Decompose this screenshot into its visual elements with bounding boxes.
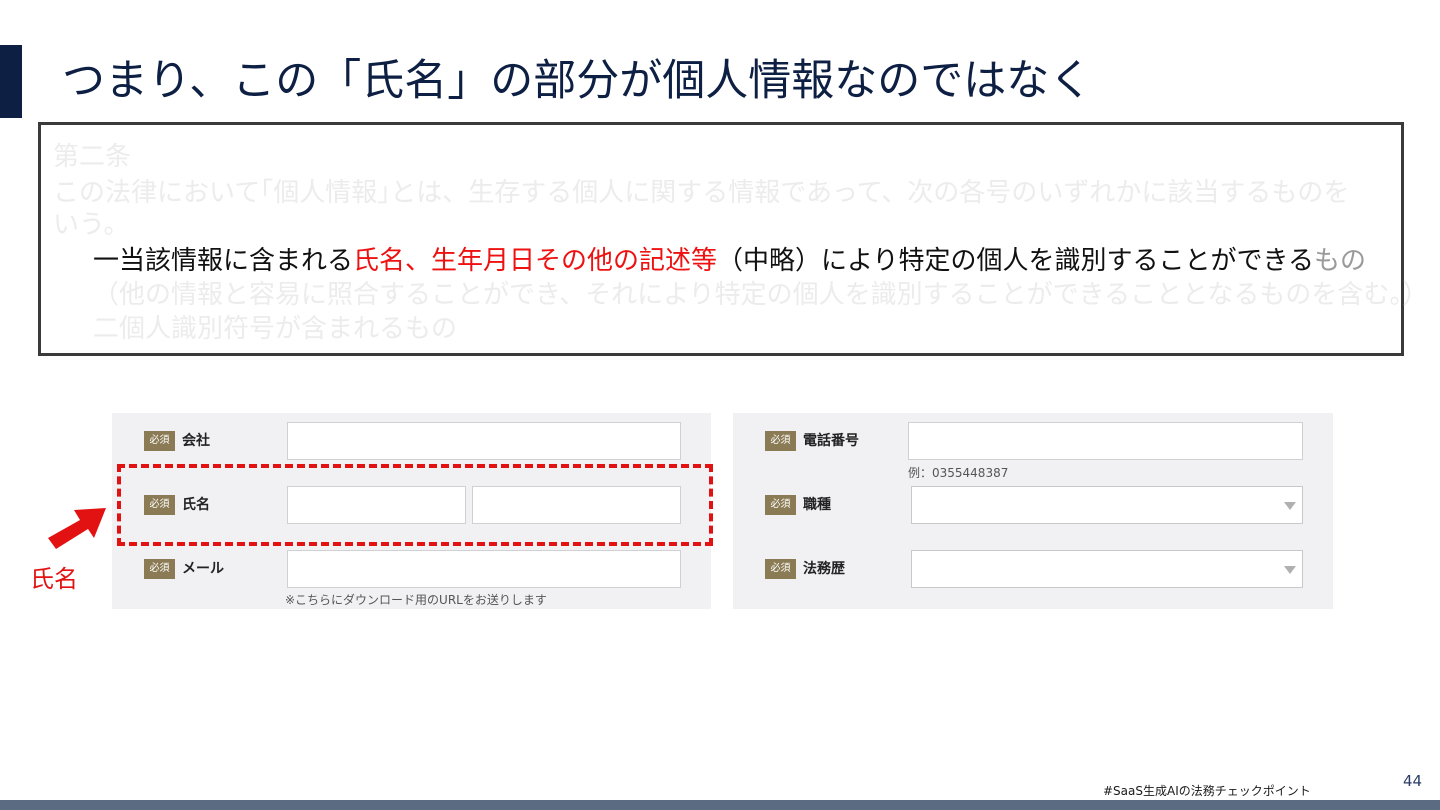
law-excerpt-box: 第二条 この法律において｢個人情報｣とは、生存する個人に関する情報であって、次の… — [38, 122, 1428, 356]
arrow-icon — [48, 508, 106, 549]
title-accent-bar — [0, 45, 22, 118]
law-intro-line-1: この法律において｢個人情報｣とは、生存する個人に関する情報であって、次の各号のい… — [53, 178, 1350, 208]
law-item-1-tail: もの — [1314, 246, 1367, 276]
law-item-1-parenthetical: （他の情報と容易に照合することができ、それにより特定の個人を識別することができる… — [93, 280, 1429, 310]
law-article-heading: 第二条 — [53, 142, 132, 172]
legal-experience-label: 法務歴 — [803, 561, 845, 577]
law-item-1-middle: （中略）により特定の個人を識別することができる — [717, 246, 1314, 276]
footer-hashtag: #SaaS生成AIの法務チェックポイント — [1103, 784, 1311, 798]
footer-bar — [0, 800, 1440, 810]
required-badge: 必須 — [765, 495, 796, 515]
name-field-highlight — [117, 464, 713, 546]
chevron-down-icon — [1284, 566, 1296, 574]
phone-hint: 例：0355448387 — [908, 466, 1009, 480]
slide-title: つまり、この「氏名」の部分が個人情報なのではなく — [62, 56, 1093, 106]
page-number: 44 — [1403, 772, 1423, 790]
company-input[interactable] — [287, 422, 681, 460]
required-badge: 必須 — [144, 431, 175, 451]
job-label: 職種 — [803, 497, 831, 513]
phone-label: 電話番号 — [803, 433, 859, 449]
job-select[interactable] — [911, 486, 1303, 524]
email-hint: ※こちらにダウンロード用のURLをお送りします — [285, 593, 547, 607]
required-badge: 必須 — [144, 559, 175, 579]
email-label: メール — [182, 561, 224, 577]
callout-label: 氏名 — [30, 565, 78, 593]
required-badge: 必須 — [765, 431, 796, 451]
law-item-2: 二個人識別符号が含まれるもの — [93, 314, 458, 344]
company-label: 会社 — [182, 433, 210, 449]
email-input[interactable] — [287, 550, 681, 588]
phone-input[interactable] — [908, 422, 1303, 460]
law-intro-line-2: いう。 — [53, 210, 130, 240]
law-item-1: 一当該情報に含まれる氏名、生年月日その他の記述等（中略）により特定の個人を識別す… — [93, 243, 1366, 279]
legal-experience-select[interactable] — [911, 550, 1303, 588]
law-item-1-highlight: 氏名、生年月日その他の記述等 — [353, 246, 718, 276]
required-badge: 必須 — [765, 559, 796, 579]
form-panel-right: 必須 電話番号 例：0355448387 必須 職種 必須 法務歴 — [733, 413, 1333, 609]
law-item-1-prefix: 一当該情報に含まれる — [93, 246, 354, 276]
chevron-down-icon — [1284, 502, 1296, 510]
